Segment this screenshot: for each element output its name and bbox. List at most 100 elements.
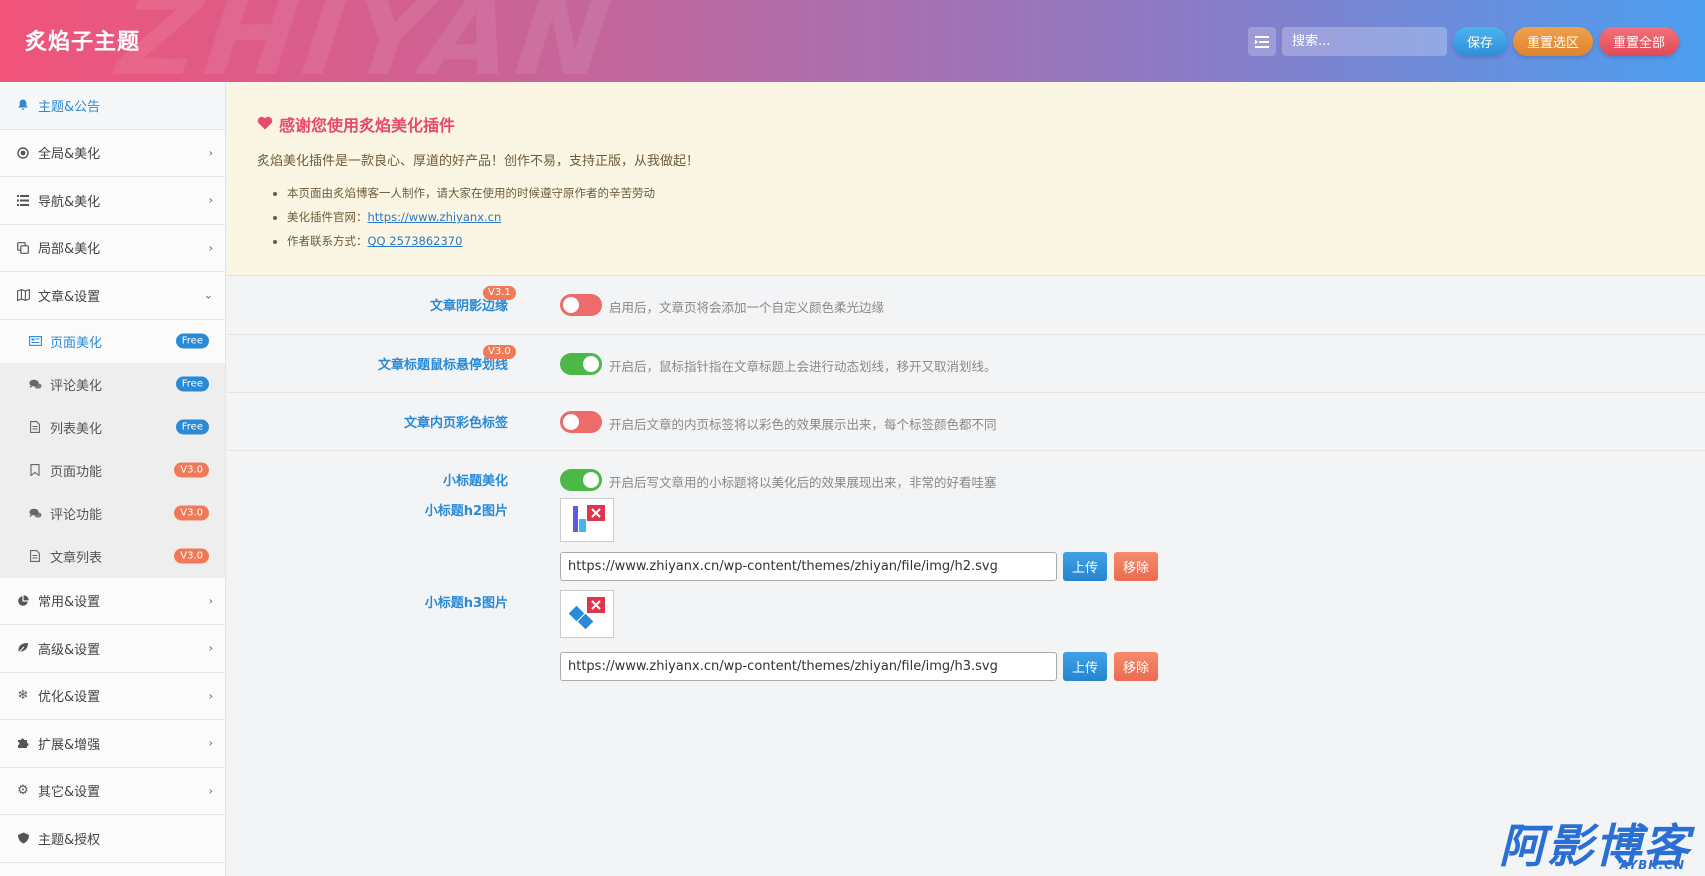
sidebar-subitem-label: 页面美化	[50, 335, 103, 351]
notice-desc: 炙焰美化插件是一款良心、厚道的好产品！创作不易，支持正版，从我做起！	[257, 154, 700, 169]
setting-help: 启用后，文章页将会添加一个自定义颜色柔光边缘	[609, 300, 885, 315]
sidebar-item-common[interactable]: 常用&设置 ›	[0, 578, 225, 625]
h3-remove-button[interactable]: 移除	[1114, 652, 1159, 681]
h2-image-label: 小标题h2图片	[424, 504, 508, 519]
h2-image-preview	[560, 498, 614, 542]
color-tags-toggle[interactable]	[560, 411, 602, 433]
sidebar-item-license[interactable]: 主题&授权	[0, 815, 225, 863]
notice-panel: 感谢您使用炙焰美化插件 炙焰美化插件是一款良心、厚道的好产品！创作不易，支持正版…	[227, 82, 1705, 276]
bell-icon	[16, 98, 30, 112]
h2-url-input[interactable]	[560, 552, 1057, 581]
sidebar-item-label: 导航&美化	[38, 194, 101, 210]
notice-title: 感谢您使用炙焰美化插件	[279, 116, 456, 135]
h2-upload-button[interactable]: 上传	[1063, 552, 1108, 581]
chevron-right-icon: ›	[208, 193, 213, 207]
sidebar-subitem-label: 列表美化	[50, 421, 103, 437]
h3-url-input[interactable]	[560, 652, 1057, 681]
main-content: 感谢您使用炙焰美化插件 炙焰美化插件是一款良心、厚道的好产品！创作不易，支持正版…	[227, 82, 1705, 876]
comments-icon	[28, 506, 42, 520]
h3-upload-button[interactable]: 上传	[1063, 652, 1108, 681]
sidebar-item-label: 主题&授权	[38, 832, 101, 848]
sidebar-item-label: 局部&美化	[38, 242, 101, 258]
version-tag: V3.1	[483, 286, 516, 300]
chevron-right-icon: ›	[208, 689, 213, 703]
chevron-down-icon: ⌄	[203, 288, 213, 302]
list-item: 本页面由炙焰博客一人制作，请大家在使用的时候遵守原作者的辛苦劳动	[287, 181, 1675, 205]
save-button[interactable]: 保存	[1452, 27, 1507, 56]
sidebar-item-label: 扩展&增强	[38, 737, 101, 753]
sidebar-subitem-page-function[interactable]: 页面功能 V3.0	[0, 449, 225, 492]
reset-all-button[interactable]: 重置全部	[1598, 27, 1679, 56]
sidebar-item-local[interactable]: 局部&美化 ›	[0, 225, 225, 272]
sidebar-item-label: 常用&设置	[38, 595, 101, 611]
sidebar-item-label: 主题&公告	[38, 99, 101, 115]
puzzle-icon	[16, 736, 30, 750]
sidebar-subitem-label: 页面功能	[50, 464, 103, 480]
sidebar-item-advanced[interactable]: 高级&设置 ›	[0, 625, 225, 673]
version-tag: V3.0	[483, 345, 516, 359]
header-actions: 保存 重置选区 重置全部	[1247, 27, 1679, 56]
snowflake-icon: ❄	[17, 688, 29, 704]
sidebar-item-article[interactable]: 文章&设置 ⌄	[0, 272, 225, 320]
list-icon	[16, 193, 30, 207]
sidebar-subitem-list-beautify[interactable]: 列表美化 Free	[0, 406, 225, 449]
subtitle-toggle[interactable]	[560, 469, 602, 491]
sidebar-item-label: 其它&设置	[38, 785, 101, 801]
setting-label: 文章内页彩色标签	[403, 416, 508, 431]
heart-icon	[257, 115, 273, 134]
free-badge: Free	[175, 333, 209, 349]
h3-image-label: 小标题h3图片	[424, 596, 508, 611]
version-badge: V3.0	[174, 462, 209, 478]
sidebar: 主题&公告 全局&美化 › 导航&美化 › 局部&美化 › 文章&设置 ⌄ 页面…	[0, 82, 226, 876]
sidebar-item-nav[interactable]: 导航&美化 ›	[0, 177, 225, 225]
expand-menu-icon[interactable]	[1247, 27, 1276, 56]
header-bar: ZHIYAN 炙焰子主题 保存 重置选区 重置全部	[0, 0, 1705, 82]
notice-label: 美化插件官网：	[287, 210, 368, 224]
leaf-icon	[16, 641, 30, 655]
chevron-right-icon: ›	[208, 641, 213, 655]
sidebar-item-optimize[interactable]: ❄ 优化&设置 ›	[0, 673, 225, 720]
setting-row-subtitle: 小标题美化 开启后写文章用的小标题将以美化后的效果展现出来，非常的好看哇塞 小标…	[227, 451, 1705, 691]
notice-list: 本页面由炙焰博客一人制作，请大家在使用的时候遵守原作者的辛苦劳动 美化插件官网：…	[287, 181, 1675, 253]
title-hover-toggle[interactable]	[560, 353, 602, 375]
app-title: 炙焰子主题	[25, 30, 141, 55]
chevron-right-icon: ›	[208, 594, 213, 608]
search-input[interactable]	[1281, 27, 1447, 56]
gear-icon: ⚙	[17, 783, 29, 799]
h3-image-preview	[560, 590, 614, 638]
sidebar-subitem-label: 评论美化	[50, 378, 103, 394]
chevron-right-icon: ›	[208, 784, 213, 798]
sidebar-subitem-article-list[interactable]: 文章列表 V3.0	[0, 535, 225, 578]
sidebar-item-theme-notice[interactable]: 主题&公告	[0, 82, 225, 130]
file-icon	[28, 549, 42, 563]
sidebar-subitem-comment-function[interactable]: 评论功能 V3.0	[0, 492, 225, 535]
h2-remove-button[interactable]: 移除	[1114, 552, 1159, 581]
setting-help: 开启后写文章用的小标题将以美化后的效果展现出来，非常的好看哇塞	[609, 475, 997, 490]
sidebar-subitem-label: 评论功能	[50, 507, 103, 523]
sidebar-subitem-page-beautify[interactable]: 页面美化 Free	[0, 319, 225, 363]
reset-section-button[interactable]: 重置选区	[1512, 27, 1593, 56]
setting-help: 开启后，鼠标指针指在文章标题上会进行动态划线，移开又取消划线。	[609, 359, 997, 374]
author-contact-link[interactable]: QQ 2573862370	[368, 234, 463, 248]
setting-label: 小标题美化	[442, 474, 508, 489]
image-icon	[28, 334, 42, 348]
free-badge: Free	[175, 419, 209, 435]
sidebar-item-extend[interactable]: 扩展&增强 ›	[0, 720, 225, 768]
copy-icon	[16, 241, 30, 255]
sidebar-subitem-label: 文章列表	[50, 550, 103, 566]
setting-row-shadow-edge: 文章阴影边缘 V3.1 启用后，文章页将会添加一个自定义颜色柔光边缘	[227, 276, 1705, 335]
setting-row-color-tags: 文章内页彩色标签 开启后文章的内页标签将以彩色的效果展示出来，每个标签颜色都不同	[227, 393, 1705, 451]
list-item: 作者联系方式：QQ 2573862370	[287, 229, 1675, 253]
sidebar-subitem-comment-beautify[interactable]: 评论美化 Free	[0, 363, 225, 406]
shadow-edge-toggle[interactable]	[560, 294, 602, 316]
chevron-right-icon: ›	[208, 241, 213, 255]
setting-help: 开启后文章的内页标签将以彩色的效果展示出来，每个标签颜色都不同	[609, 417, 997, 432]
sidebar-submenu: 页面美化 Free 评论美化 Free 列表美化 Free 页面功能 V3.0 …	[0, 319, 225, 578]
list-item: 美化插件官网：https://www.zhiyanx.cn	[287, 205, 1675, 229]
sidebar-item-global[interactable]: 全局&美化 ›	[0, 130, 225, 177]
sidebar-item-other[interactable]: ⚙ 其它&设置 ›	[0, 768, 225, 815]
notice-heading: 感谢您使用炙焰美化插件	[257, 112, 1675, 136]
official-site-link[interactable]: https://www.zhiyanx.cn	[368, 210, 502, 224]
pie-chart-icon	[16, 594, 30, 608]
chevron-right-icon: ›	[208, 146, 213, 160]
